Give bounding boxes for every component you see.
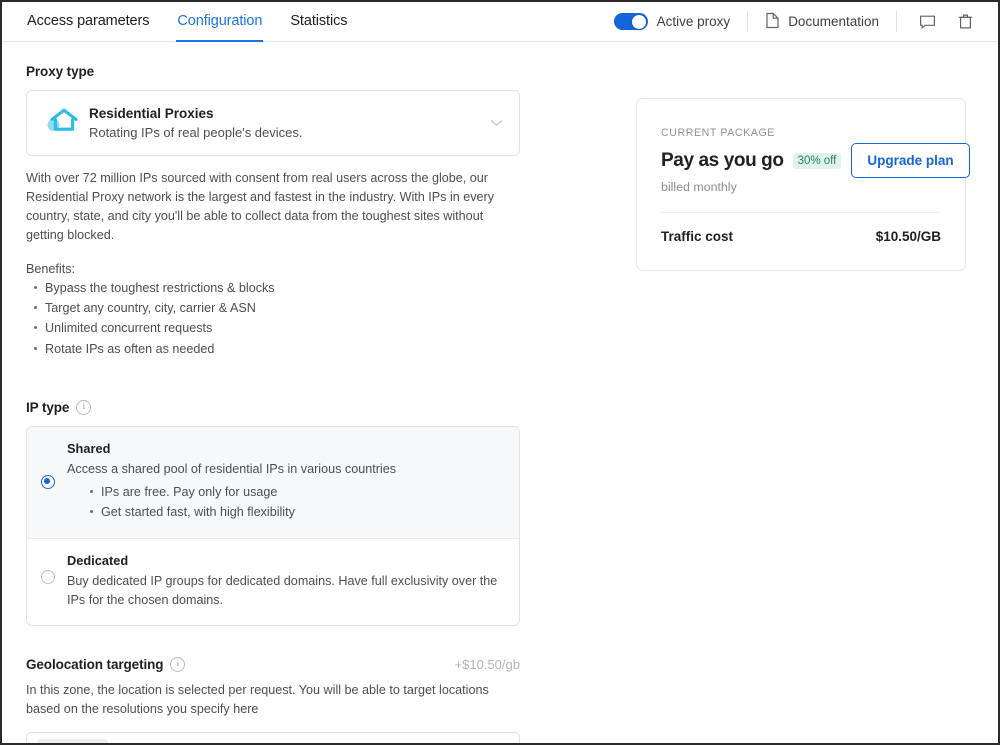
traffic-cost-row: Traffic cost $10.50/GB xyxy=(661,213,941,270)
tab-configuration[interactable]: Configuration xyxy=(176,2,264,42)
info-icon[interactable]: i xyxy=(170,656,186,672)
top-bar-actions: Active proxy Documentation xyxy=(597,2,998,41)
list-item: Target any country, city, carrier & ASN xyxy=(34,298,522,318)
chevron-down-icon xyxy=(490,114,503,132)
current-package-card: CURRENT PACKAGE Pay as you go 30% off Up… xyxy=(636,98,970,271)
tab-statistics[interactable]: Statistics xyxy=(289,2,348,42)
list-item: Unlimited concurrent requests xyxy=(34,318,522,338)
option-body: Dedicated Buy dedicated IP groups for de… xyxy=(67,553,503,610)
ip-type-option-shared[interactable]: Shared Access a shared pool of residenti… xyxy=(27,427,519,538)
billing-period: billed monthly xyxy=(661,180,737,194)
info-icon[interactable]: i xyxy=(76,400,92,416)
tab-label: Statistics xyxy=(290,13,348,29)
ip-type-heading: IP type i xyxy=(26,400,522,416)
package-name: Pay as you go xyxy=(661,149,784,171)
radio-button[interactable] xyxy=(41,474,55,489)
geolocation-heading: Geolocation targeting i xyxy=(26,656,186,672)
benefits-label: Benefits: xyxy=(26,261,76,276)
option-title: Shared xyxy=(67,441,111,457)
option-body: Shared Access a shared pool of residenti… xyxy=(67,441,503,523)
comment-icon[interactable] xyxy=(916,11,938,33)
proxy-type-paragraph: With over 72 million IPs sourced with co… xyxy=(26,171,495,243)
toggle-knob xyxy=(632,14,647,29)
option-description: Access a shared pool of residential IPs … xyxy=(67,462,397,477)
radio-button[interactable] xyxy=(41,569,55,584)
trash-icon[interactable] xyxy=(954,11,976,33)
proxy-type-select[interactable]: Residential Proxies Rotating IPs of real… xyxy=(26,90,520,156)
tab-label: Configuration xyxy=(177,13,263,29)
configuration-column: Proxy type Residential Proxies Rotating … xyxy=(2,42,522,743)
current-package-kicker: CURRENT PACKAGE xyxy=(661,127,775,139)
document-icon xyxy=(765,12,780,32)
top-navigation-bar: Access parameters Configuration Statisti… xyxy=(2,2,998,42)
proxy-type-description: Rotating IPs of real people's devices. xyxy=(89,124,303,140)
list-item: IPs are free. Pay only for usage xyxy=(90,482,503,502)
option-bullets: IPs are free. Pay only for usage Get sta… xyxy=(67,482,503,523)
ip-type-options: Shared Access a shared pool of residenti… xyxy=(26,426,520,626)
traffic-cost-label: Traffic cost xyxy=(661,229,734,244)
main-content: Proxy type Residential Proxies Rotating … xyxy=(2,42,998,743)
tab-label: Access parameters xyxy=(27,13,150,29)
list-item: Rotate IPs as often as needed xyxy=(34,339,522,359)
traffic-cost-value: $10.50/GB xyxy=(875,229,941,244)
chip-label: Country xyxy=(44,741,87,743)
documentation-link[interactable]: Documentation xyxy=(765,12,879,32)
house-proxy-icon xyxy=(45,105,79,140)
documentation-group: Documentation xyxy=(748,10,896,34)
package-name-row: Pay as you go 30% off Upgrade plan xyxy=(661,143,970,178)
list-item: Get started fast, with high flexibility xyxy=(90,502,503,522)
tab-list: Access parameters Configuration Statisti… xyxy=(2,2,348,42)
upgrade-plan-button[interactable]: Upgrade plan xyxy=(851,143,970,178)
active-proxy-group: Active proxy xyxy=(597,10,748,34)
tab-access-parameters[interactable]: Access parameters xyxy=(26,2,150,42)
ip-type-option-dedicated[interactable]: Dedicated Buy dedicated IP groups for de… xyxy=(27,537,519,625)
app-window: Access parameters Configuration Statisti… xyxy=(0,0,1000,745)
active-proxy-toggle[interactable] xyxy=(613,13,648,30)
geolocation-price: +$10.50/gb xyxy=(454,656,520,672)
benefits-list: Bypass the toughest restrictions & block… xyxy=(26,278,522,360)
chevron-down-icon[interactable] xyxy=(493,739,507,743)
geolocation-chip-country[interactable]: Country × xyxy=(37,738,109,743)
list-item: Bypass the toughest restrictions & block… xyxy=(34,278,522,298)
active-proxy-label: Active proxy xyxy=(656,14,731,29)
geolocation-heading-row: Geolocation targeting i +$10.50/gb xyxy=(26,656,520,672)
documentation-label: Documentation xyxy=(788,14,879,29)
geolocation-label: Geolocation targeting xyxy=(26,656,164,672)
geolocation-select[interactable]: Country × xyxy=(26,731,520,743)
option-title: Dedicated xyxy=(67,552,129,568)
geolocation-description: In this zone, the location is selected p… xyxy=(26,682,489,716)
icon-actions-group xyxy=(897,10,976,34)
option-description: Buy dedicated IP groups for dedicated do… xyxy=(67,573,498,607)
proxy-type-name: Residential Proxies xyxy=(89,105,214,121)
discount-badge: 30% off xyxy=(792,152,842,169)
ip-type-label: IP type xyxy=(26,400,70,416)
proxy-type-heading: Proxy type xyxy=(26,64,95,79)
proxy-type-texts: Residential Proxies Rotating IPs of real… xyxy=(89,106,482,140)
summary-column: CURRENT PACKAGE Pay as you go 30% off Up… xyxy=(522,42,970,743)
